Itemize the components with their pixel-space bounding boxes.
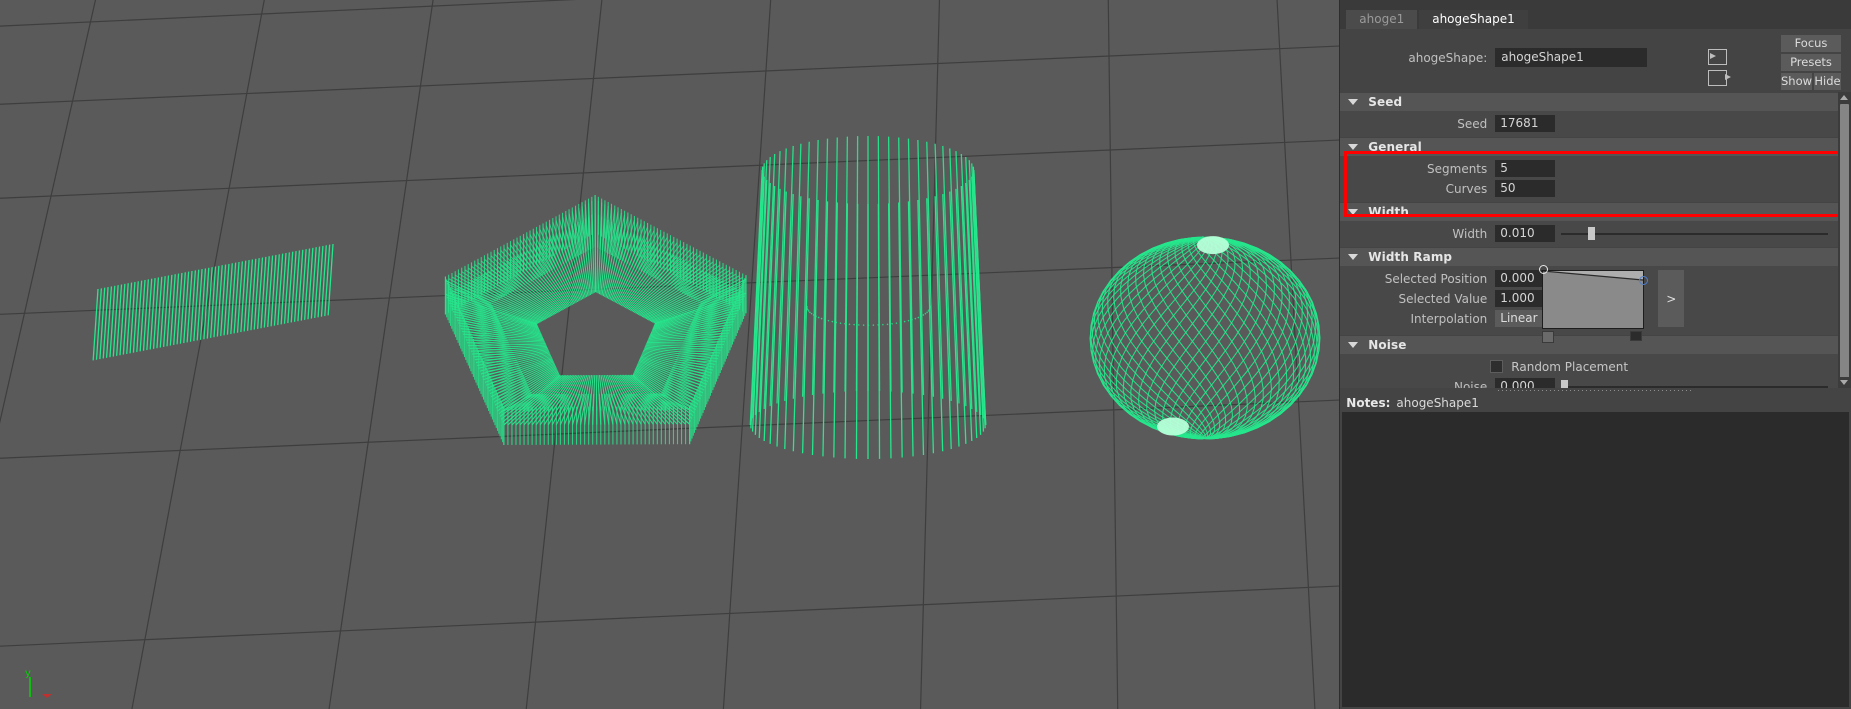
ae-top-strip: [1340, 0, 1851, 7]
notes-value: ahogeShape1: [1396, 395, 1479, 410]
ae-tab-bar: ahoge1 ahogeShape1: [1340, 7, 1851, 29]
row-noise: Noise 0.000: [1340, 377, 1838, 388]
row-segments: Segments 5: [1340, 159, 1838, 178]
row-curves: Curves 50: [1340, 179, 1838, 198]
width-ramp-selected-value-label: Selected Value: [1398, 291, 1488, 306]
3d-viewport[interactable]: y: [0, 0, 1340, 709]
presets-button[interactable]: Presets: [1781, 54, 1841, 71]
notes-row: Notes: ahogeShape1: [1340, 394, 1851, 411]
segments-input[interactable]: 5: [1495, 160, 1556, 177]
collapse-triangle-icon: [1348, 342, 1359, 348]
seed-input[interactable]: 17681: [1495, 115, 1556, 132]
noise-slider[interactable]: [1561, 378, 1828, 388]
width-ramp-remove-button[interactable]: [1630, 331, 1643, 341]
shape-name-row: ahogeShape: ahogeShape1: [1340, 48, 1700, 67]
width-ramp-gradient-box[interactable]: [1539, 265, 1649, 329]
svg-text:y: y: [25, 668, 31, 679]
axis-gizmo: y: [25, 668, 52, 698]
section-title-width: Width: [1368, 205, 1409, 219]
width-slider[interactable]: [1561, 225, 1828, 242]
ae-scroll-region: Seed Seed 17681 General Segments 5 Curve…: [1340, 92, 1851, 388]
input-connection-icon[interactable]: [1708, 49, 1728, 65]
collapse-triangle-icon: [1348, 99, 1359, 105]
section-header-general[interactable]: General: [1340, 138, 1838, 156]
hide-button[interactable]: Hide: [1814, 73, 1841, 90]
header-icon-group: [1708, 49, 1734, 91]
panel-drag-handle[interactable]: [1340, 387, 1851, 395]
section-body-width-ramp: Selected Position 0.000 Selected Value 1…: [1340, 265, 1838, 343]
ae-header: ahogeShape: ahogeShape1 Focus Presets Sh…: [1340, 29, 1851, 92]
section-body-noise: Random Placement Noise 0.000 Frequency 1…: [1340, 354, 1838, 388]
maya-window: y ahoge1 ahogeShape1 ahogeShape: ahogeSh…: [0, 0, 1851, 709]
curves-label: Curves: [1445, 181, 1488, 196]
scrollbar-thumb[interactable]: [1840, 104, 1849, 388]
random-placement-label: Random Placement: [1511, 359, 1629, 374]
width-ramp-add-button[interactable]: [1542, 331, 1555, 343]
ae-scrollbar[interactable]: [1838, 92, 1851, 388]
ae-attribute-list: Seed Seed 17681 General Segments 5 Curve…: [1340, 92, 1838, 388]
tab-ahoge1[interactable]: ahoge1: [1346, 10, 1418, 29]
section-title-general: General: [1368, 140, 1422, 154]
notes-label: Notes:: [1346, 395, 1391, 410]
section-title-noise: Noise: [1368, 338, 1407, 352]
row-random-placement: Random Placement: [1340, 357, 1838, 376]
header-buttons: Focus Presets Show Hide: [1781, 35, 1841, 90]
notes-textarea[interactable]: [1342, 411, 1849, 707]
width-ramp-selected-position-label: Selected Position: [1384, 271, 1488, 286]
width-label: Width: [1452, 226, 1488, 241]
width-ramp-footer: [1542, 331, 1646, 343]
segments-label: Segments: [1427, 161, 1488, 176]
show-button[interactable]: Show: [1781, 73, 1813, 90]
section-body-width: Width 0.010: [1340, 221, 1838, 247]
width-ramp-widget[interactable]: [1539, 265, 1649, 343]
curves-input[interactable]: 50: [1495, 180, 1556, 197]
row-width: Width 0.010: [1340, 224, 1838, 243]
width-ramp-expand-button[interactable]: >: [1658, 270, 1685, 327]
row-seed: Seed 17681: [1340, 114, 1838, 133]
shape-name-label: ahogeShape:: [1408, 50, 1488, 65]
slider-knob[interactable]: [1561, 380, 1569, 388]
shape-name-input[interactable]: ahogeShape1: [1495, 48, 1648, 67]
seed-label: Seed: [1457, 116, 1488, 131]
noise-input[interactable]: 0.000: [1495, 378, 1556, 388]
random-placement-checkbox[interactable]: [1490, 360, 1504, 373]
section-header-width[interactable]: Width: [1340, 203, 1838, 221]
scroll-down-arrow-icon[interactable]: [1838, 376, 1851, 388]
scroll-up-arrow-icon[interactable]: [1838, 92, 1851, 103]
section-body-seed: Seed 17681: [1340, 111, 1838, 137]
output-connection-icon[interactable]: [1708, 70, 1732, 86]
width-ramp-curve: [1543, 271, 1644, 281]
tab-ahogeShape1[interactable]: ahogeShape1: [1419, 10, 1528, 29]
viewport-grid: [0, 0, 1340, 709]
section-header-width-ramp[interactable]: Width Ramp: [1340, 248, 1838, 266]
width-ramp-interpolation-label: Interpolation: [1410, 311, 1488, 326]
collapse-triangle-icon: [1348, 144, 1359, 150]
section-body-general: Segments 5 Curves 50: [1340, 156, 1838, 202]
width-input[interactable]: 0.010: [1495, 225, 1556, 242]
section-title-seed: Seed: [1368, 95, 1403, 109]
collapse-triangle-icon: [1348, 254, 1359, 260]
focus-button[interactable]: Focus: [1781, 35, 1841, 52]
attribute-editor: ahoge1 ahogeShape1 ahogeShape: ahogeShap…: [1339, 0, 1851, 709]
section-header-seed[interactable]: Seed: [1340, 93, 1838, 111]
collapse-triangle-icon: [1348, 209, 1359, 215]
slider-track: [1561, 233, 1828, 235]
noise-label: Noise: [1453, 379, 1488, 388]
section-title-width-ramp: Width Ramp: [1368, 250, 1453, 264]
slider-knob[interactable]: [1587, 227, 1595, 240]
